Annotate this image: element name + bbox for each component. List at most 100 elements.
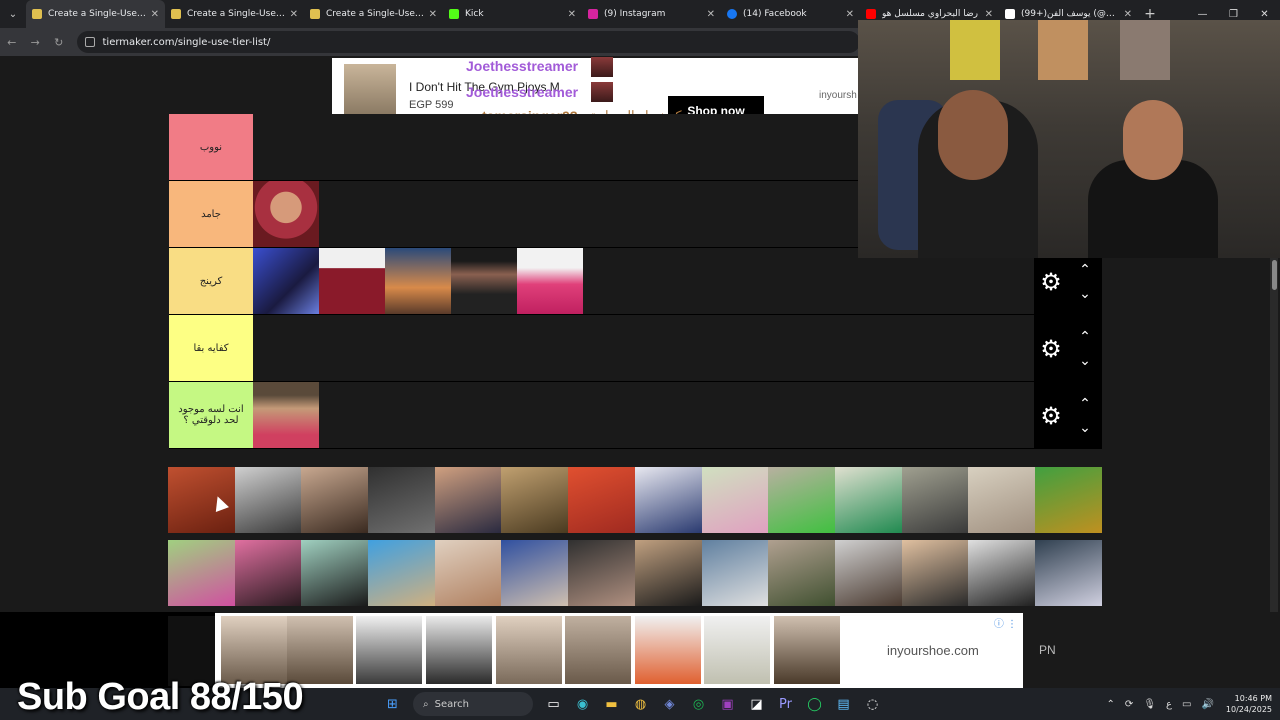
- chevron-up-icon[interactable]: ⌃: [1079, 325, 1091, 349]
- pool-image-item[interactable]: [301, 467, 369, 533]
- chevron-up-icon[interactable]: ⌃: [1079, 392, 1091, 416]
- tab-tiermaker-3[interactable]: Create a Single-Use Tier L ✕: [304, 0, 443, 28]
- ad-product-image[interactable]: [635, 616, 701, 684]
- language-indicator[interactable]: ع: [1166, 699, 1172, 710]
- discord-icon[interactable]: ◈: [655, 688, 684, 720]
- pool-image-item[interactable]: [701, 539, 769, 606]
- tier-image-item[interactable]: [253, 248, 319, 314]
- pool-image-item[interactable]: [768, 467, 835, 533]
- close-icon[interactable]: ✕: [985, 9, 993, 20]
- obs-icon[interactable]: ◌: [858, 688, 887, 720]
- chevron-up-icon[interactable]: ⌃: [1079, 258, 1091, 282]
- ad-product-image[interactable]: [356, 616, 422, 684]
- gear-icon[interactable]: ⚙: [1034, 402, 1068, 430]
- spotify-icon[interactable]: ◎: [684, 688, 713, 720]
- tier-label[interactable]: كرينج: [169, 248, 253, 314]
- close-icon[interactable]: ✕: [568, 9, 576, 20]
- tab-tiermaker-2[interactable]: Create a Single-Use Tier L ✕: [165, 0, 304, 28]
- ad-product-image[interactable]: [426, 616, 492, 684]
- address-bar[interactable]: tiermaker.com/single-use-tier-list/: [76, 31, 860, 53]
- task-view-icon[interactable]: ▭: [539, 688, 568, 720]
- ad-choices-icon[interactable]: ⓘ ⋮: [994, 615, 1017, 630]
- pool-image-item[interactable]: [634, 467, 702, 533]
- close-icon[interactable]: ✕: [1124, 9, 1132, 20]
- chevron-down-icon[interactable]: ⌄: [1079, 282, 1091, 306]
- file-explorer-icon[interactable]: ▬: [597, 688, 626, 720]
- tier-image-item[interactable]: [253, 181, 319, 247]
- tier-image-item[interactable]: [385, 248, 451, 314]
- tier-label[interactable]: انت لسه موجود لحد دلوقتي ؟: [169, 382, 253, 448]
- taskbar-search[interactable]: ⌕ Search: [413, 692, 533, 716]
- page-scrollbar[interactable]: [1270, 258, 1278, 612]
- pool-image-item[interactable]: [368, 539, 435, 606]
- twitch-studio-icon[interactable]: ▣: [713, 688, 742, 720]
- microphone-icon[interactable]: 🎙: [1143, 699, 1156, 710]
- sync-icon[interactable]: ⟳: [1125, 699, 1133, 710]
- tab-instagram[interactable]: (9) Instagram ✕: [582, 0, 721, 28]
- network-icon[interactable]: ▭: [1182, 699, 1191, 710]
- pool-image-item[interactable]: [968, 539, 1035, 606]
- tab-tiermaker-1[interactable]: Create a Single-Use Tier L ✕: [26, 0, 165, 28]
- pool-image-item[interactable]: [1034, 539, 1102, 606]
- chevron-up-icon[interactable]: ⌃: [1107, 699, 1115, 710]
- taskbar-clock[interactable]: 10:46 PM 10/24/2025: [1226, 693, 1272, 715]
- forward-icon[interactable]: →: [24, 36, 48, 49]
- tab-kick[interactable]: Kick ✕: [443, 0, 582, 28]
- tier-label[interactable]: جامد: [169, 181, 253, 247]
- scrollbar-thumb[interactable]: [1272, 260, 1277, 290]
- pool-image-item[interactable]: [1034, 467, 1102, 533]
- chrome-icon[interactable]: ◍: [626, 688, 655, 720]
- tier-image-item[interactable]: [517, 248, 583, 314]
- whatsapp-icon[interactable]: ◯: [800, 688, 829, 720]
- ad-product-image[interactable]: [287, 616, 353, 684]
- pool-image-item[interactable]: [234, 467, 302, 533]
- pool-image-item[interactable]: [901, 467, 969, 533]
- windows-start-icon[interactable]: ⊞: [378, 688, 407, 720]
- edge-icon[interactable]: ◉: [568, 688, 597, 720]
- reload-icon[interactable]: ↻: [47, 36, 71, 49]
- premiere-icon[interactable]: Pr: [771, 688, 800, 720]
- ad-brand[interactable]: inyoursh: [819, 90, 857, 101]
- pool-image-item[interactable]: [701, 467, 769, 533]
- chevron-down-icon[interactable]: ⌄: [1079, 416, 1091, 440]
- tier-label[interactable]: كفايه بقا: [169, 315, 253, 381]
- pool-image-item[interactable]: [434, 539, 502, 606]
- pool-image-item[interactable]: [901, 539, 969, 606]
- gear-icon[interactable]: ⚙: [1034, 268, 1068, 296]
- pool-image-item[interactable]: [501, 467, 569, 533]
- close-icon[interactable]: ✕: [429, 9, 437, 20]
- pool-image-item[interactable]: [834, 467, 902, 533]
- ad-product-image[interactable]: [496, 616, 562, 684]
- ad-brand[interactable]: inyourshoe.com: [887, 643, 979, 658]
- pool-image-item[interactable]: [234, 539, 302, 606]
- tier-label[interactable]: نووب: [169, 114, 253, 180]
- ad-product-image[interactable]: [704, 616, 770, 684]
- pool-image-item[interactable]: [568, 467, 635, 533]
- close-icon[interactable]: ✕: [290, 9, 298, 20]
- pool-image-item[interactable]: [168, 539, 235, 606]
- close-icon[interactable]: ✕: [707, 9, 715, 20]
- tier-image-item[interactable]: [253, 382, 319, 448]
- tab-facebook[interactable]: (14) Facebook ✕: [721, 0, 860, 28]
- tier-image-item[interactable]: [319, 248, 385, 314]
- capcut-icon[interactable]: ◪: [742, 688, 771, 720]
- tab-search-icon[interactable]: ⌄: [0, 0, 26, 28]
- unranked-image-pool[interactable]: [168, 467, 1102, 612]
- pool-image-item[interactable]: [768, 539, 835, 606]
- site-info-icon[interactable]: [84, 37, 95, 47]
- gear-icon[interactable]: ⚙: [1034, 335, 1068, 363]
- ad-product-image[interactable]: [565, 616, 631, 684]
- pool-image-item[interactable]: [968, 467, 1035, 533]
- pool-image-item[interactable]: [834, 539, 902, 606]
- pool-image-item[interactable]: [634, 539, 702, 606]
- tier-image-item[interactable]: [451, 248, 517, 314]
- close-icon[interactable]: ✕: [846, 9, 854, 20]
- close-icon[interactable]: ✕: [151, 9, 159, 20]
- tier-drop-zone[interactable]: [253, 382, 1102, 448]
- notepad-icon[interactable]: ▤: [829, 688, 858, 720]
- pool-image-item[interactable]: [501, 539, 569, 606]
- pool-image-item[interactable]: [301, 539, 369, 606]
- pool-image-item[interactable]: [368, 467, 435, 533]
- ad-product-image[interactable]: [774, 616, 840, 684]
- chevron-down-icon[interactable]: ⌄: [1079, 349, 1091, 373]
